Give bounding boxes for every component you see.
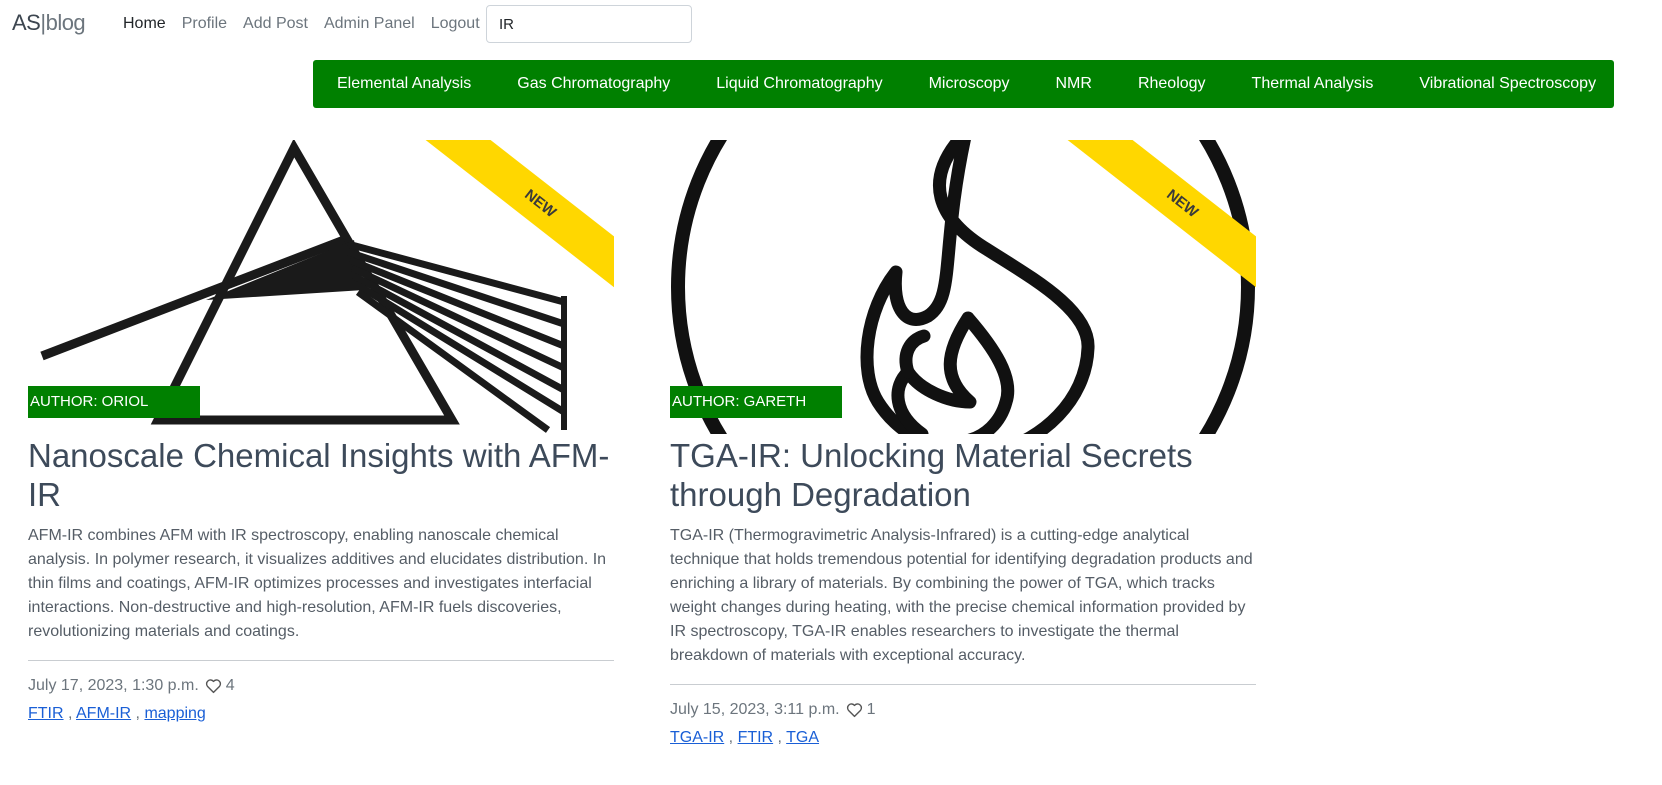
post-card: NEW AUTHOR: GARETH TGA-IR: Unlocking Mat…	[670, 140, 1256, 747]
category-nmr[interactable]: NMR	[1056, 75, 1092, 93]
category-bar: Elemental Analysis Gas Chromatography Li…	[313, 60, 1614, 108]
post-title[interactable]: Nanoscale Chemical Insights with AFM-IR	[28, 436, 614, 514]
main-nav: Home Profile Add Post Admin Panel Logout	[123, 15, 496, 33]
post-thumbnail[interactable]: NEW AUTHOR: GARETH	[670, 140, 1256, 434]
tag-link[interactable]: mapping	[144, 705, 205, 722]
post-thumbnail[interactable]: NEW AUTHOR: ORIOL	[28, 140, 614, 434]
category-elemental-analysis[interactable]: Elemental Analysis	[337, 75, 471, 93]
nav-admin-panel-link[interactable]: Admin Panel	[324, 15, 415, 33]
search-input[interactable]	[486, 5, 692, 43]
category-thermal-analysis[interactable]: Thermal Analysis	[1252, 75, 1374, 93]
post-meta: July 17, 2023, 1:30 p.m. 4	[28, 677, 614, 695]
author-badge: AUTHOR: GARETH	[670, 386, 842, 418]
brand-rest: blog	[45, 10, 86, 35]
post-card: NEW AUTHOR: ORIOL Nanoscale Chemical Ins…	[28, 140, 614, 723]
post-meta: July 15, 2023, 3:11 p.m. 1	[670, 701, 1256, 719]
category-microscopy[interactable]: Microscopy	[929, 75, 1010, 93]
post-date: July 17, 2023, 1:30 p.m.	[28, 677, 199, 694]
tag-link[interactable]: FTIR	[28, 705, 64, 722]
divider	[670, 684, 1256, 685]
post-title[interactable]: TGA-IR: Unlocking Material Secrets throu…	[670, 436, 1256, 514]
tag-link[interactable]: FTIR	[738, 729, 774, 746]
brand-logo[interactable]: AS|blog	[12, 10, 86, 36]
nav-home-link[interactable]: Home	[123, 15, 166, 33]
like-count: 4	[225, 677, 235, 694]
post-excerpt: AFM-IR combines AFM with IR spectroscopy…	[28, 527, 607, 640]
tag-list: FTIR , AFM-IR , mapping	[28, 705, 206, 722]
nav-logout-link[interactable]: Logout	[431, 15, 480, 33]
category-liquid-chromatography[interactable]: Liquid Chromatography	[716, 75, 882, 93]
author-badge: AUTHOR: ORIOL	[28, 386, 200, 418]
divider	[28, 660, 614, 661]
brand-strong: AS	[12, 10, 41, 35]
tag-link[interactable]: TGA	[786, 729, 819, 746]
heart-icon[interactable]	[846, 702, 863, 718]
category-rheology[interactable]: Rheology	[1138, 75, 1206, 93]
nav-add-post-link[interactable]: Add Post	[243, 15, 308, 33]
post-date: July 15, 2023, 3:11 p.m.	[670, 701, 840, 718]
tag-list: TGA-IR , FTIR , TGA	[670, 729, 820, 746]
nav-profile-link[interactable]: Profile	[182, 15, 227, 33]
tag-link[interactable]: TGA-IR	[670, 729, 724, 746]
heart-icon[interactable]	[205, 678, 222, 694]
tag-link[interactable]: AFM-IR	[76, 705, 131, 722]
like-count: 1	[866, 701, 876, 718]
category-gas-chromatography[interactable]: Gas Chromatography	[517, 75, 670, 93]
post-excerpt: TGA-IR (Thermogravimetric Analysis-Infra…	[670, 527, 1253, 664]
category-vibrational-spectroscopy[interactable]: Vibrational Spectroscopy	[1419, 75, 1596, 93]
